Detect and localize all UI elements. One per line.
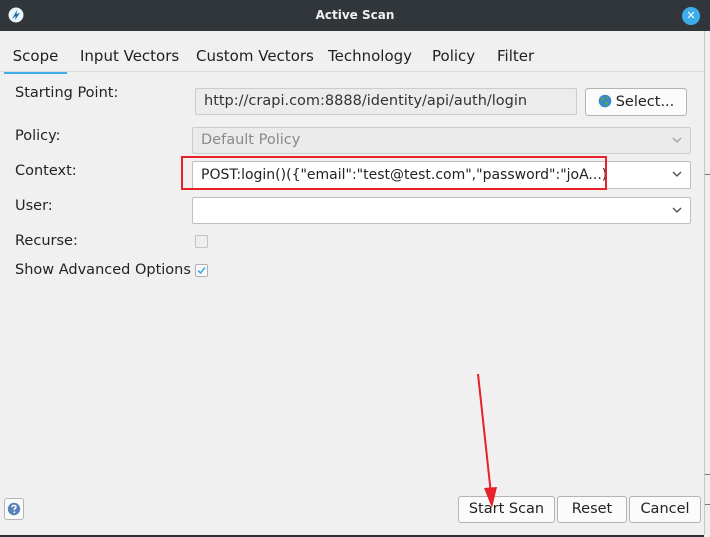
- annotation-arrow: [477, 373, 497, 508]
